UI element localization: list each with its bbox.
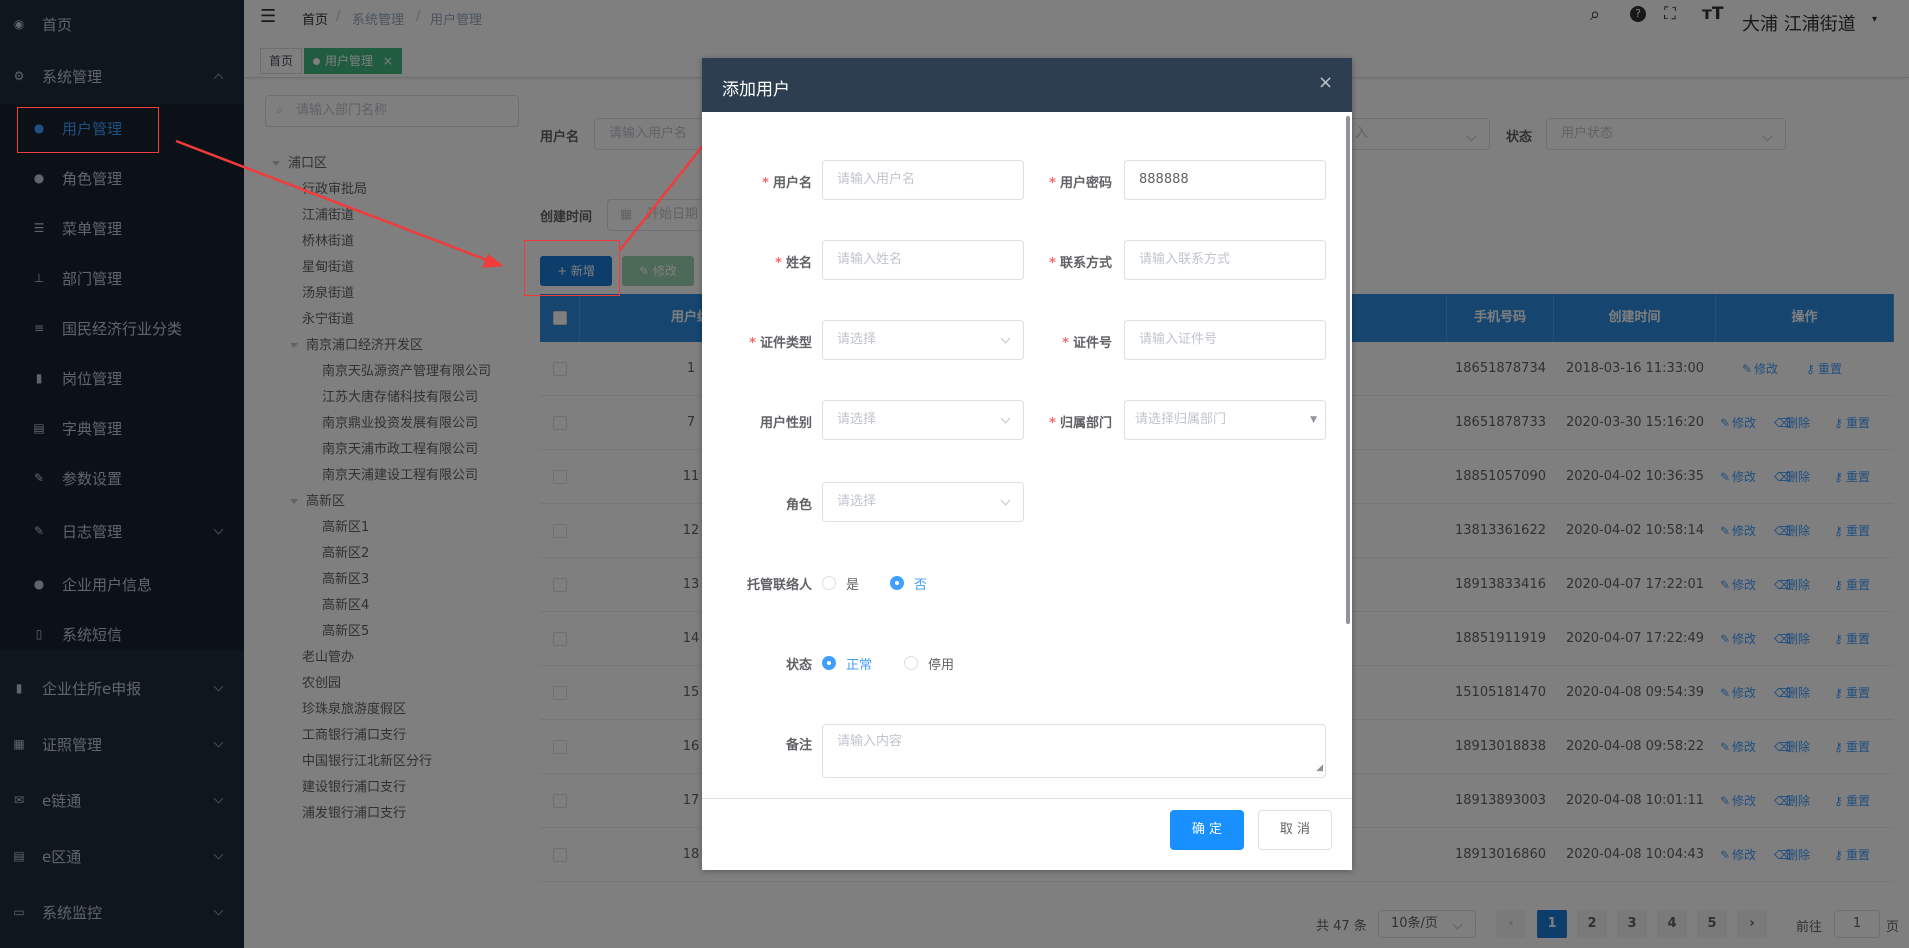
name-label-text: 姓名 — [785, 256, 812, 271]
chevron-down-icon — [1000, 413, 1011, 424]
status-label: 状态 — [785, 658, 812, 673]
password-label: * 用户密码 — [1049, 176, 1112, 191]
role-placeholder: 请选择 — [837, 494, 877, 509]
name-label: * 姓名 — [775, 256, 812, 271]
username-input[interactable]: 请输入用户名 — [822, 160, 1024, 200]
custody-no-label[interactable]: 否 — [914, 574, 927, 593]
idno-input[interactable]: 请输入证件号 — [1124, 320, 1326, 360]
chevron-down-icon — [1000, 333, 1011, 344]
idtype-label: * 证件类型 — [749, 336, 812, 351]
resize-handle-icon[interactable]: ◢ — [1316, 759, 1323, 777]
contact-label-text: 联系方式 — [1059, 256, 1112, 271]
caret-down-icon: ▼ — [1310, 415, 1317, 425]
status-normal-radio[interactable] — [822, 656, 836, 670]
dialog-footer-divider — [702, 798, 1352, 799]
role-label: 角色 — [785, 498, 812, 513]
username-placeholder: 请输入用户名 — [837, 172, 916, 187]
annotation-arrow — [175, 139, 493, 264]
dialog-scrollbar[interactable] — [1346, 116, 1350, 624]
arrow-head — [482, 254, 504, 268]
contact-input[interactable]: 请输入联系方式 — [1124, 240, 1326, 280]
dept-label-text: 归属部门 — [1059, 416, 1112, 431]
password-input[interactable]: 888888 — [1124, 160, 1326, 200]
idtype-placeholder: 请选择 — [837, 332, 877, 347]
remark-textarea[interactable]: 请输入内容 ◢ — [822, 724, 1326, 778]
confirm-button[interactable]: 确 定 — [1170, 810, 1244, 850]
username-label-text: 用户名 — [772, 176, 812, 191]
idno-placeholder: 请输入证件号 — [1139, 332, 1218, 347]
status-disabled-radio[interactable] — [904, 656, 918, 670]
remark-label: 备注 — [785, 738, 812, 753]
role-select[interactable]: 请选择 — [822, 482, 1024, 522]
status-disabled-label[interactable]: 停用 — [928, 654, 954, 673]
idtype-label-text: 证件类型 — [759, 336, 812, 351]
add-user-dialog: 添加用户 × * 用户名 请输入用户名 * 用户密码 888888 * 姓名 请输入姓… — [702, 58, 1352, 870]
dept-placeholder: 请选择归属部门 — [1135, 412, 1227, 427]
remark-placeholder: 请输入内容 — [837, 734, 903, 749]
idno-label: * 证件号 — [1062, 336, 1112, 351]
contact-label: * 联系方式 — [1049, 256, 1112, 271]
username-label: * 用户名 — [762, 176, 812, 191]
custody-no-radio[interactable] — [890, 576, 904, 590]
custody-label: 托管联络人 — [746, 578, 812, 593]
cancel-button[interactable]: 取 消 — [1258, 810, 1332, 850]
custody-yes-label[interactable]: 是 — [846, 574, 859, 593]
idtype-select[interactable]: 请选择 — [822, 320, 1024, 360]
dept-label: * 归属部门 — [1049, 416, 1112, 431]
password-label-text: 用户密码 — [1059, 176, 1112, 191]
close-icon[interactable]: × — [1318, 72, 1333, 93]
dialog-title: 添加用户 — [722, 80, 790, 100]
dept-select[interactable]: 请选择归属部门 ▼ — [1124, 400, 1326, 440]
gender-label: 用户性别 — [759, 416, 812, 431]
status-normal-label[interactable]: 正常 — [846, 654, 872, 673]
password-value: 888888 — [1139, 172, 1189, 187]
name-input[interactable]: 请输入姓名 — [822, 240, 1024, 280]
idno-label-text: 证件号 — [1072, 336, 1112, 351]
contact-placeholder: 请输入联系方式 — [1139, 252, 1231, 267]
chevron-down-icon — [1000, 495, 1011, 506]
gender-select[interactable]: 请选择 — [822, 400, 1024, 440]
custody-yes-radio[interactable] — [822, 576, 836, 590]
gender-placeholder: 请选择 — [837, 412, 877, 427]
dialog-header: 添加用户 × — [702, 58, 1352, 112]
name-placeholder: 请输入姓名 — [837, 252, 903, 267]
